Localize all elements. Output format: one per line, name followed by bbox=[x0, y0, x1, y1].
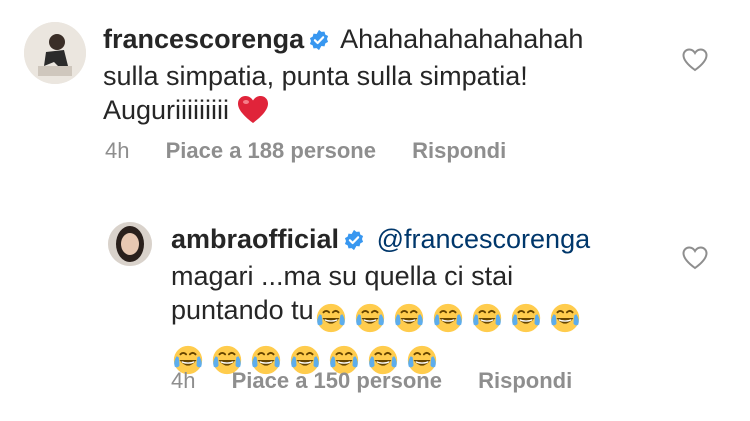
tears-of-joy-emoji-icon bbox=[392, 301, 426, 335]
tears-of-joy-emoji-icon bbox=[314, 301, 348, 335]
tears-of-joy-emoji-icon bbox=[470, 301, 504, 335]
avatar[interactable] bbox=[24, 22, 86, 84]
comment-text-line-2: sulla simpatia, punta sulla simpatia! bbox=[103, 61, 528, 91]
tears-of-joy-emoji-icon bbox=[431, 301, 465, 335]
avatar[interactable] bbox=[108, 222, 152, 266]
mention-link[interactable]: @francescorenga bbox=[377, 224, 591, 254]
timestamp: 4h bbox=[105, 138, 130, 163]
comment-text-line-2: puntando tu bbox=[171, 295, 314, 325]
verified-badge-icon bbox=[308, 25, 330, 59]
heart-outline-icon[interactable] bbox=[682, 48, 708, 77]
red-heart-icon bbox=[237, 95, 269, 133]
comment-text-line-1: magari ...ma su quella ci stai bbox=[171, 261, 514, 291]
tears-of-joy-emoji-icon bbox=[353, 301, 387, 335]
heart-outline-icon[interactable] bbox=[682, 246, 708, 275]
verified-badge-icon bbox=[343, 225, 365, 259]
username[interactable]: francescorenga bbox=[103, 24, 304, 54]
emoji-row bbox=[314, 299, 587, 335]
tears-of-joy-emoji-icon bbox=[509, 301, 543, 335]
reply-button[interactable]: Rispondi bbox=[412, 138, 506, 163]
timestamp: 4h bbox=[171, 368, 196, 393]
likes-count[interactable]: Piace a 188 persone bbox=[166, 138, 376, 163]
tears-of-joy-emoji-icon bbox=[548, 301, 582, 335]
comment-text-line-3: Auguriiiiiiiii bbox=[103, 95, 230, 125]
likes-count[interactable]: Piace a 150 persone bbox=[232, 368, 442, 393]
reply-button[interactable]: Rispondi bbox=[478, 368, 572, 393]
username[interactable]: ambraofficial bbox=[171, 224, 339, 254]
comment-text-line-1: Ahahahahahahahah bbox=[340, 24, 584, 54]
